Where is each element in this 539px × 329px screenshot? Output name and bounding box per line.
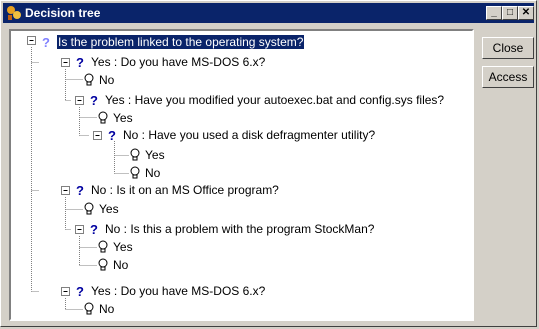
collapse-toggle-branch-2 [61,186,70,195]
lightbulb-icon [84,73,94,86]
question-icon: ? [76,284,84,298]
decision-tree-window: Decision tree _ □ ✕ ? Is the problem lin… [0,0,537,327]
svg-text:?: ? [108,128,116,142]
tree-node-answer[interactable]: Yes [129,147,165,163]
question-icon: ? [90,222,98,236]
decision-tree-view[interactable]: ? Is the problem linked to the operating… [9,29,474,321]
tree-node-answer[interactable]: No [97,257,128,273]
collapse-toggle-root [27,36,36,45]
close-icon: ✕ [521,7,531,18]
tree-node-label: Yes : Do you have MS-DOS 6.x? [91,284,266,298]
collapse-toggle-branch-3 [61,287,70,296]
tree-node-answer[interactable]: No [83,301,114,317]
svg-text:?: ? [76,284,84,298]
tree-node-label: Yes : Have you modified your autoexec.ba… [105,93,445,107]
maximize-icon: □ [506,7,514,18]
tree-node-label: No : Have you used a disk defragmenter u… [123,128,376,142]
tree-node-question[interactable]: ? Yes : Do you have MS-DOS 6.x? [73,283,265,299]
lightbulb-icon [98,258,108,271]
tree-node-label: Yes [145,148,165,162]
tree-node-answer[interactable]: No [129,165,160,181]
question-icon: ? [108,128,116,142]
question-icon: ? [90,93,98,107]
tree-node-answer[interactable]: Yes [97,239,133,255]
tree-node-question[interactable]: ? Yes : Have you modified your autoexec.… [87,92,444,108]
tree-node-label: No [145,166,161,180]
decision-tree-app-icon [7,6,21,20]
tree-node-root[interactable]: ? Is the problem linked to the operating… [39,34,305,50]
svg-text:?: ? [90,93,98,107]
tree-node-label: Yes [113,111,133,125]
tree-node-label: No : Is it on an MS Office program? [91,183,279,197]
tree-node-label: No [99,73,115,87]
tree-node-answer[interactable]: Yes [83,201,119,217]
close-button[interactable]: Close [482,37,534,59]
tree-node-label: Yes [113,240,133,254]
tree-node-answer[interactable]: Yes [97,110,133,126]
tree-node-label: Is the problem linked to the operating s… [57,35,305,49]
tree-lines [27,36,129,310]
lightbulb-icon [98,240,108,253]
minimize-button[interactable]: _ [486,6,502,20]
access-button[interactable]: Access [482,66,534,88]
tree-node-label: No : Is this a problem with the program … [105,222,375,236]
maximize-button[interactable]: □ [502,6,518,20]
tree-node-label: Yes : Do you have MS-DOS 6.x? [91,55,266,69]
collapse-toggle-defrag [93,131,102,140]
lightbulb-icon [98,111,108,124]
svg-text:?: ? [76,55,84,69]
question-icon: ? [76,183,84,197]
tree-node-answer[interactable]: No [83,72,114,88]
minimize-icon: _ [491,7,497,18]
tree-node-question[interactable]: ? No : Is it on an MS Office program? [73,182,279,198]
collapse-toggle-branch-1 [61,58,70,67]
window-title: Decision tree [25,6,101,20]
lightbulb-icon [84,202,94,215]
question-icon: ? [42,35,50,49]
question-icon: ? [76,55,84,69]
tree-node-label: No [113,258,129,272]
tree-node-label: Yes [99,202,119,216]
lightbulb-icon [84,302,94,315]
svg-text:?: ? [90,222,98,236]
tree-node-question[interactable]: ? Yes : Do you have MS-DOS 6.x? [73,54,265,70]
tree-node-question[interactable]: ? No : Have you used a disk defragmenter… [105,127,375,143]
title-bar[interactable]: Decision tree _ □ ✕ [3,3,534,23]
tree-node-question[interactable]: ? No : Is this a problem with the progra… [87,221,374,237]
lightbulb-icon [130,166,140,179]
lightbulb-icon [130,148,140,161]
tree-node-label: No [99,302,115,316]
svg-text:?: ? [76,183,84,197]
collapse-toggle-stockman [75,225,84,234]
svg-text:?: ? [42,35,50,49]
close-window-button[interactable]: ✕ [518,6,534,20]
collapse-toggle-autoexec [75,96,84,105]
